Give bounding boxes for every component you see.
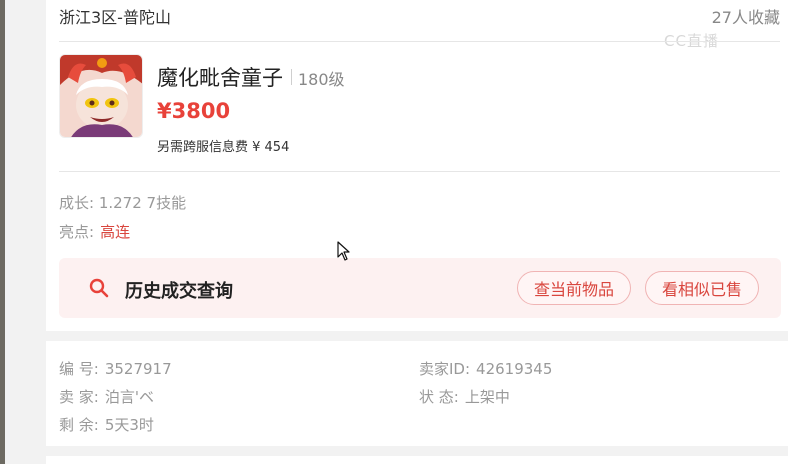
remaining-value: 5天3时: [104, 416, 154, 434]
title-separator: [291, 69, 292, 85]
seller-row: 卖 家: 泊言'ベ: [59, 386, 154, 407]
seller-value: 泊言'ベ: [104, 388, 154, 406]
check-current-items-button[interactable]: 查当前物品: [517, 271, 631, 305]
id-value: 3527917: [104, 360, 172, 378]
item-level: 180级: [298, 70, 345, 89]
seller-id-label: 卖家ID:: [419, 360, 471, 378]
item-name: 魔化毗舍童子: [157, 66, 283, 90]
id-row: 编 号: 3527917: [59, 358, 172, 379]
details-card: 编 号: 3527917 卖家ID: 42619345 卖 家: 泊言'ベ 状 态: 上…: [46, 341, 788, 446]
view-similar-sold-button[interactable]: 看相似已售: [645, 271, 759, 305]
status-row: 状 态: 上架中: [419, 386, 510, 407]
seller-label: 卖 家:: [59, 388, 99, 406]
highlight-info: 亮点: 高连: [59, 221, 130, 242]
mouse-cursor-icon: [337, 241, 351, 261]
status-label: 状 态:: [419, 388, 459, 406]
id-label: 编 号:: [59, 360, 99, 378]
left-edge-dark: [0, 0, 5, 464]
extra-fee: 另需跨服信息费 ¥ 454: [157, 140, 290, 155]
item-price: ¥3800: [157, 99, 231, 123]
item-title-row: 魔化毗舍童子 180级: [157, 62, 345, 92]
remaining-label: 剩 余:: [59, 416, 99, 434]
search-icon: [89, 278, 109, 298]
favorites-count: 27人收藏: [711, 8, 780, 27]
listing-card[interactable]: 浙江3区-普陀山 27人收藏 CC直播 魔化毗舍童子 180级 ¥3800 另需…: [46, 0, 788, 331]
next-card-edge: [46, 456, 788, 464]
seller-id-row: 卖家ID: 42619345: [419, 358, 552, 379]
divider: [59, 41, 780, 42]
left-edge: [0, 0, 46, 464]
remaining-row: 剩 余: 5天3时: [59, 414, 154, 435]
server-name: 浙江3区-普陀山: [59, 8, 171, 27]
divider: [59, 171, 780, 172]
highlight-label: 亮点:: [59, 223, 95, 241]
growth-info: 成长: 1.272 7技能: [59, 194, 187, 212]
history-title: 历史成交查询: [125, 281, 233, 302]
history-query-panel: 历史成交查询 查当前物品 看相似已售: [59, 258, 781, 318]
highlight-value: 高连: [100, 223, 131, 241]
character-avatar[interactable]: [59, 54, 143, 138]
status-value: 上架中: [464, 388, 510, 406]
seller-id-value: 42619345: [476, 360, 553, 378]
